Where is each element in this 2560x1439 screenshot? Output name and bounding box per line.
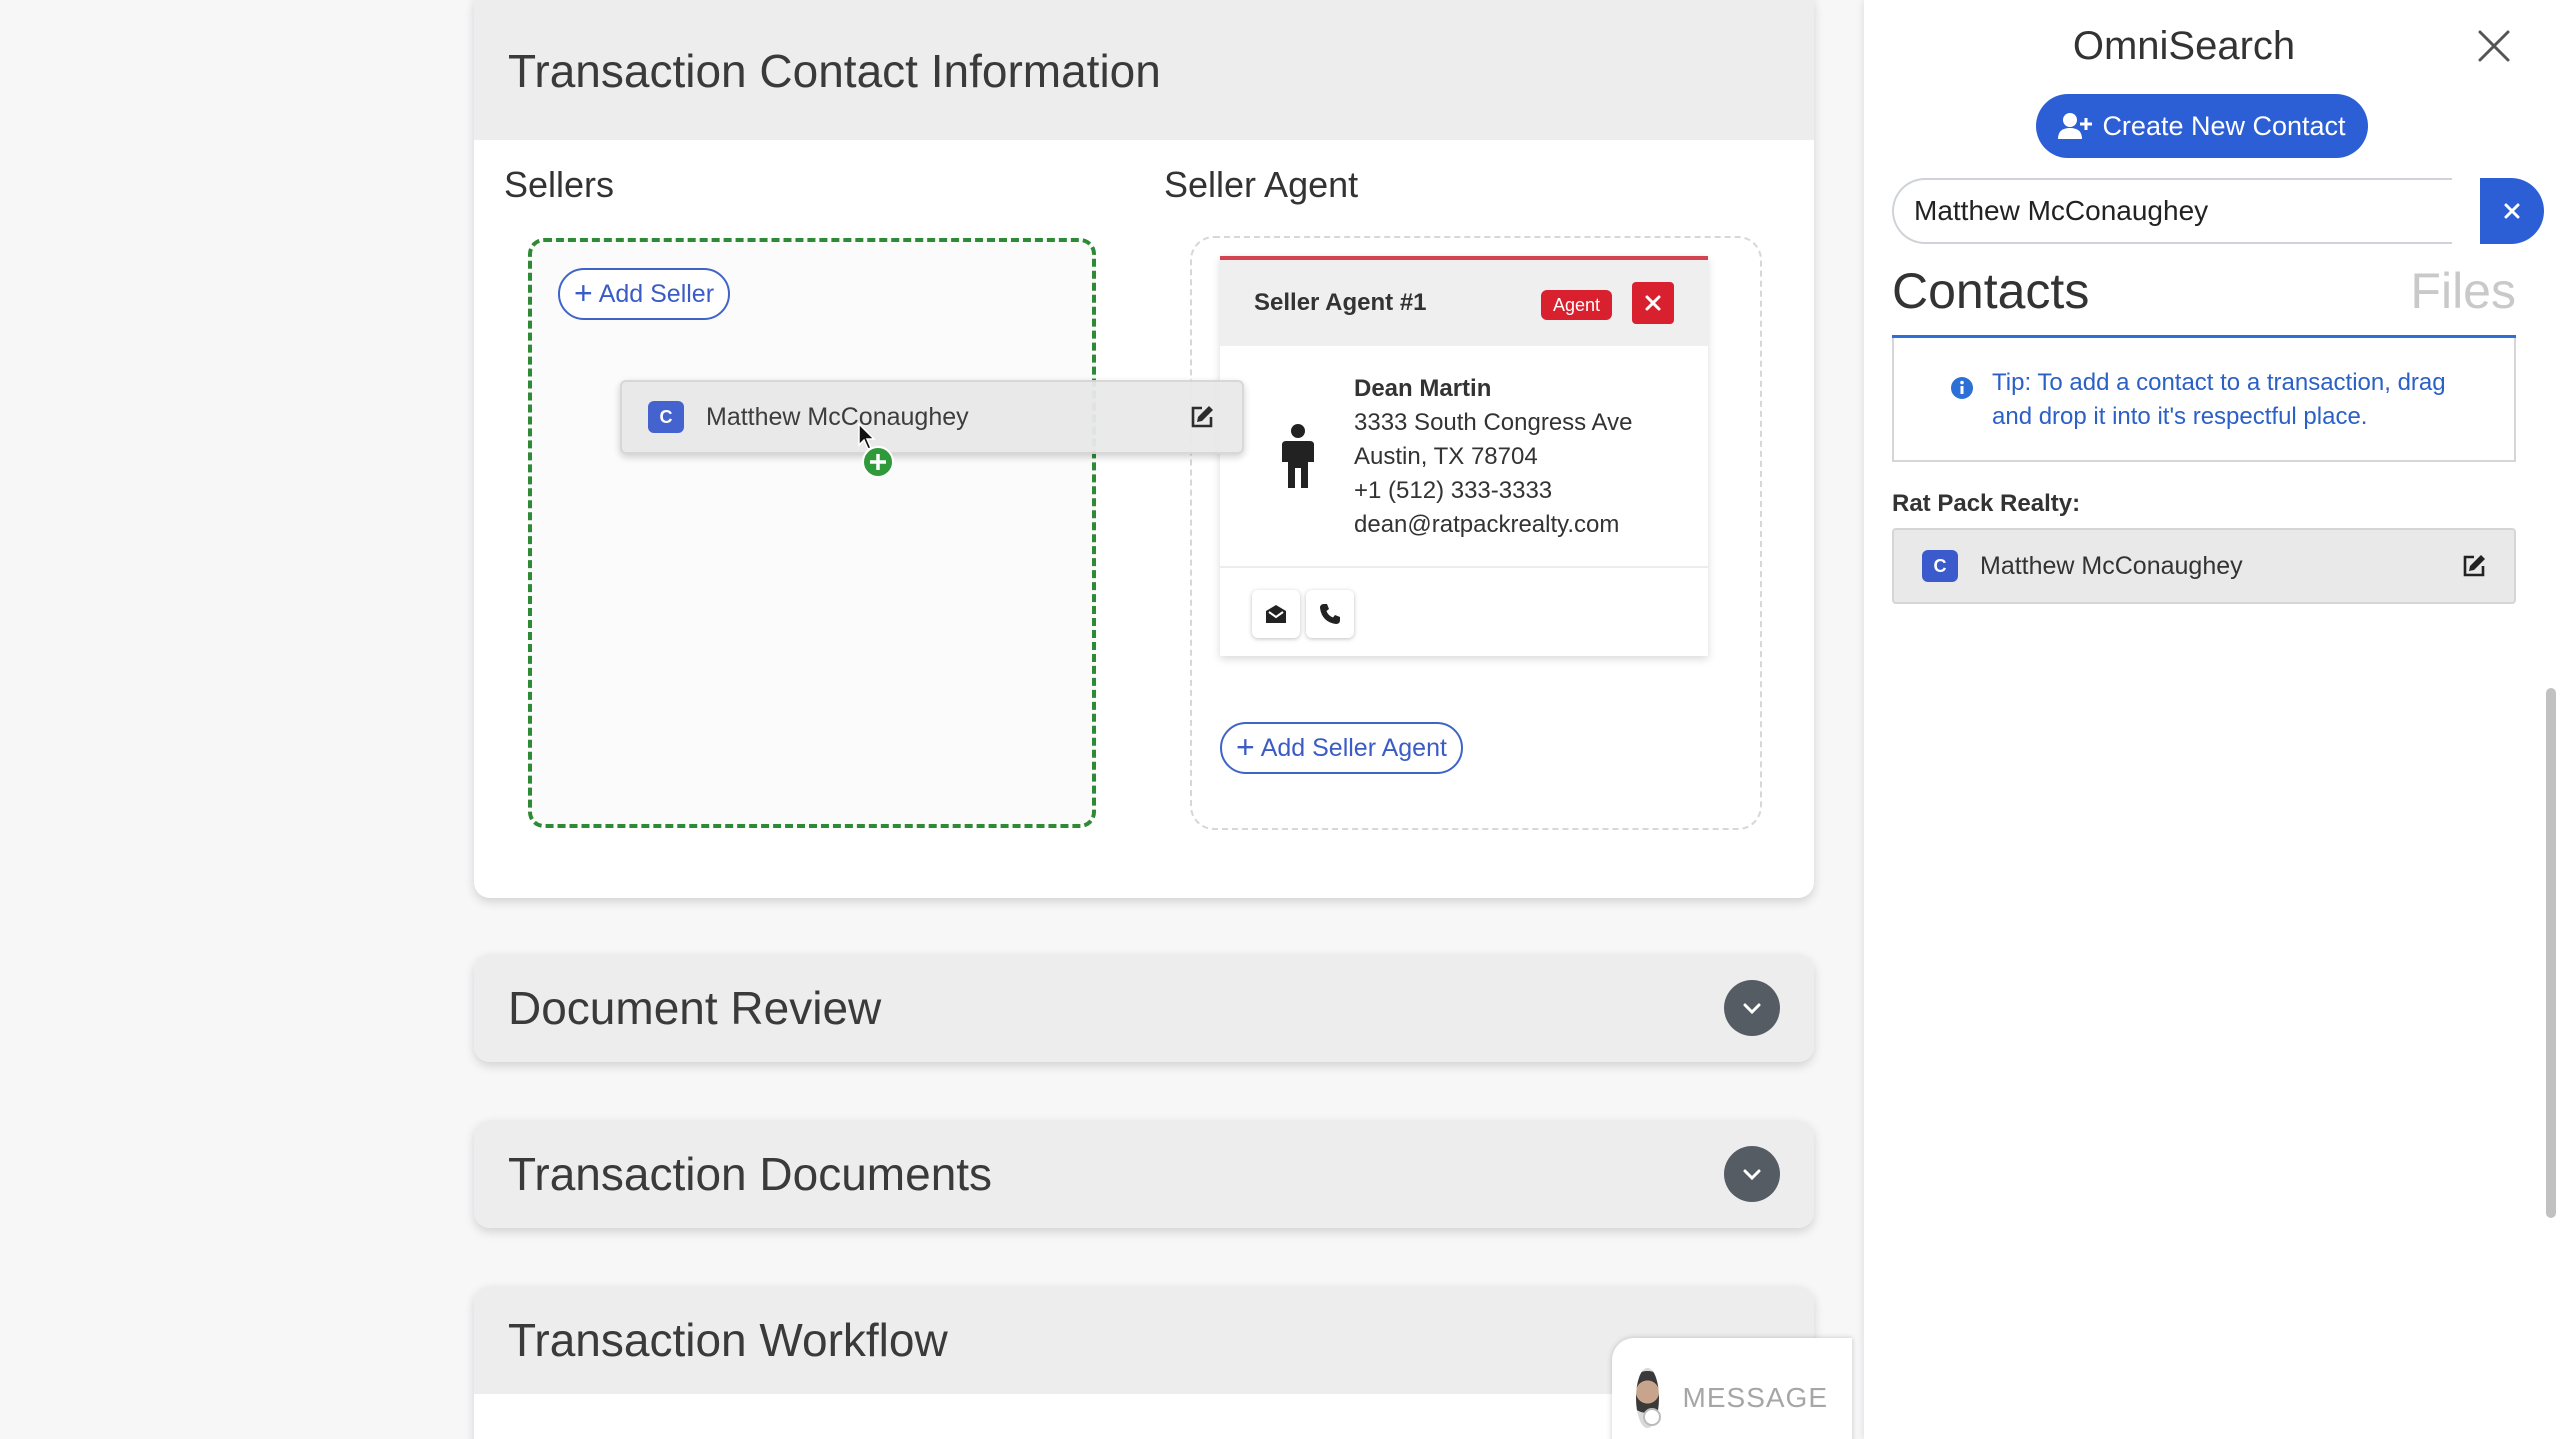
- contact-result-name: Matthew McConaughey: [1980, 551, 2243, 580]
- contact-result-row[interactable]: C Matthew McConaughey: [1892, 528, 2516, 604]
- plus-icon: +: [574, 274, 593, 311]
- document-review-title: Document Review: [508, 982, 882, 1034]
- chat-widget[interactable]: MESSAGE: [1612, 1338, 1852, 1439]
- agent-info: Dean Martin 3333 South Congress Ave Aust…: [1354, 372, 1632, 566]
- agent-phone: +1 (512) 333-3333: [1354, 477, 1553, 504]
- avatar: [1636, 1368, 1660, 1428]
- add-seller-agent-label: Add Seller Agent: [1260, 733, 1447, 762]
- contact-card-title: Transaction Contact Information: [508, 45, 1161, 97]
- add-user-icon: [2058, 113, 2093, 139]
- tip-box: Tip: To add a contact to a transaction, …: [1892, 338, 2516, 462]
- agent-email: dean@ratpackrealty.com: [1354, 511, 1620, 538]
- expand-document-review-button[interactable]: [1724, 980, 1780, 1036]
- omnisearch-tabs: Contacts Files: [1892, 262, 2516, 338]
- transaction-documents-section: Transaction Documents: [474, 1120, 1814, 1228]
- edit-icon[interactable]: [1188, 403, 1216, 431]
- email-agent-button[interactable]: [1252, 590, 1300, 638]
- person-icon: [1282, 424, 1314, 488]
- agent-badge: Agent: [1540, 290, 1612, 320]
- call-agent-button[interactable]: [1306, 590, 1354, 638]
- create-new-contact-label: Create New Contact: [2102, 110, 2346, 141]
- edit-icon[interactable]: [2460, 552, 2488, 580]
- agent-address-line1: 3333 South Congress Ave: [1354, 409, 1633, 436]
- plus-icon: +: [1236, 728, 1255, 765]
- agent-card-body: Dean Martin 3333 South Congress Ave Aust…: [1220, 346, 1708, 568]
- tab-contacts[interactable]: Contacts: [1892, 262, 2089, 320]
- close-icon[interactable]: [2474, 26, 2514, 66]
- tip-text: Tip: To add a contact to a transaction, …: [1992, 369, 2446, 430]
- omnisearch-panel: OmniSearch Create New Contact Contacts F…: [1864, 0, 2560, 1439]
- search-input[interactable]: [1892, 178, 2452, 244]
- seller-agent-card: Seller Agent #1 Agent Dean Martin 3333 S…: [1220, 256, 1708, 656]
- chevron-down-icon: [1743, 1169, 1761, 1181]
- chevron-down-icon: [1743, 1003, 1761, 1015]
- clear-search-button[interactable]: [2480, 178, 2544, 244]
- add-seller-agent-button[interactable]: + Add Seller Agent: [1220, 722, 1463, 774]
- agent-address-line2: Austin, TX 78704: [1354, 443, 1538, 470]
- contact-card-header: Transaction Contact Information: [474, 0, 1814, 140]
- seller-agent-label: Seller Agent: [1164, 164, 1359, 205]
- agent-actions: [1220, 568, 1708, 638]
- contact-type-badge: C: [648, 401, 684, 433]
- transaction-documents-title: Transaction Documents: [508, 1148, 993, 1200]
- sellers-dropzone[interactable]: [528, 238, 1096, 828]
- phone-icon: [1320, 604, 1340, 624]
- create-new-contact-button[interactable]: Create New Contact: [2036, 94, 2368, 158]
- expand-transaction-documents-button[interactable]: [1724, 1146, 1780, 1202]
- contact-type-badge: C: [1922, 550, 1958, 582]
- dragged-contact-name: Matthew McConaughey: [706, 402, 969, 431]
- omnisearch-title: OmniSearch: [2072, 24, 2296, 68]
- agent-card-header: Seller Agent #1 Agent: [1220, 260, 1708, 346]
- remove-agent-button[interactable]: [1632, 282, 1674, 324]
- document-review-header[interactable]: Document Review: [474, 954, 1814, 1062]
- add-seller-button[interactable]: + Add Seller: [558, 268, 731, 320]
- result-group-label: Rat Pack Realty:: [1892, 490, 2081, 517]
- email-icon: [1266, 605, 1286, 623]
- transaction-documents-header[interactable]: Transaction Documents: [474, 1120, 1814, 1228]
- tab-files[interactable]: Files: [2410, 262, 2516, 320]
- agent-name: Dean Martin: [1354, 375, 1492, 402]
- close-icon: [2504, 203, 2520, 219]
- app-root: Transaction Contact Information Sellers …: [0, 0, 2560, 1439]
- omnisearch-search: [1892, 178, 2544, 244]
- info-icon: [1951, 377, 1973, 399]
- sellers-label: Sellers: [504, 164, 615, 205]
- transaction-workflow-title: Transaction Workflow: [508, 1314, 948, 1366]
- agent-card-title: Seller Agent #1: [1254, 289, 1427, 316]
- close-icon: [1645, 295, 1661, 311]
- panel-scrollbar[interactable]: [2546, 688, 2556, 1218]
- add-seller-label: Add Seller: [598, 279, 715, 308]
- chat-message-placeholder[interactable]: MESSAGE: [1683, 1382, 1828, 1414]
- dragged-contact[interactable]: C Matthew McConaughey: [620, 380, 1244, 454]
- drop-add-icon: [862, 446, 894, 478]
- document-review-section: Document Review: [474, 954, 1814, 1062]
